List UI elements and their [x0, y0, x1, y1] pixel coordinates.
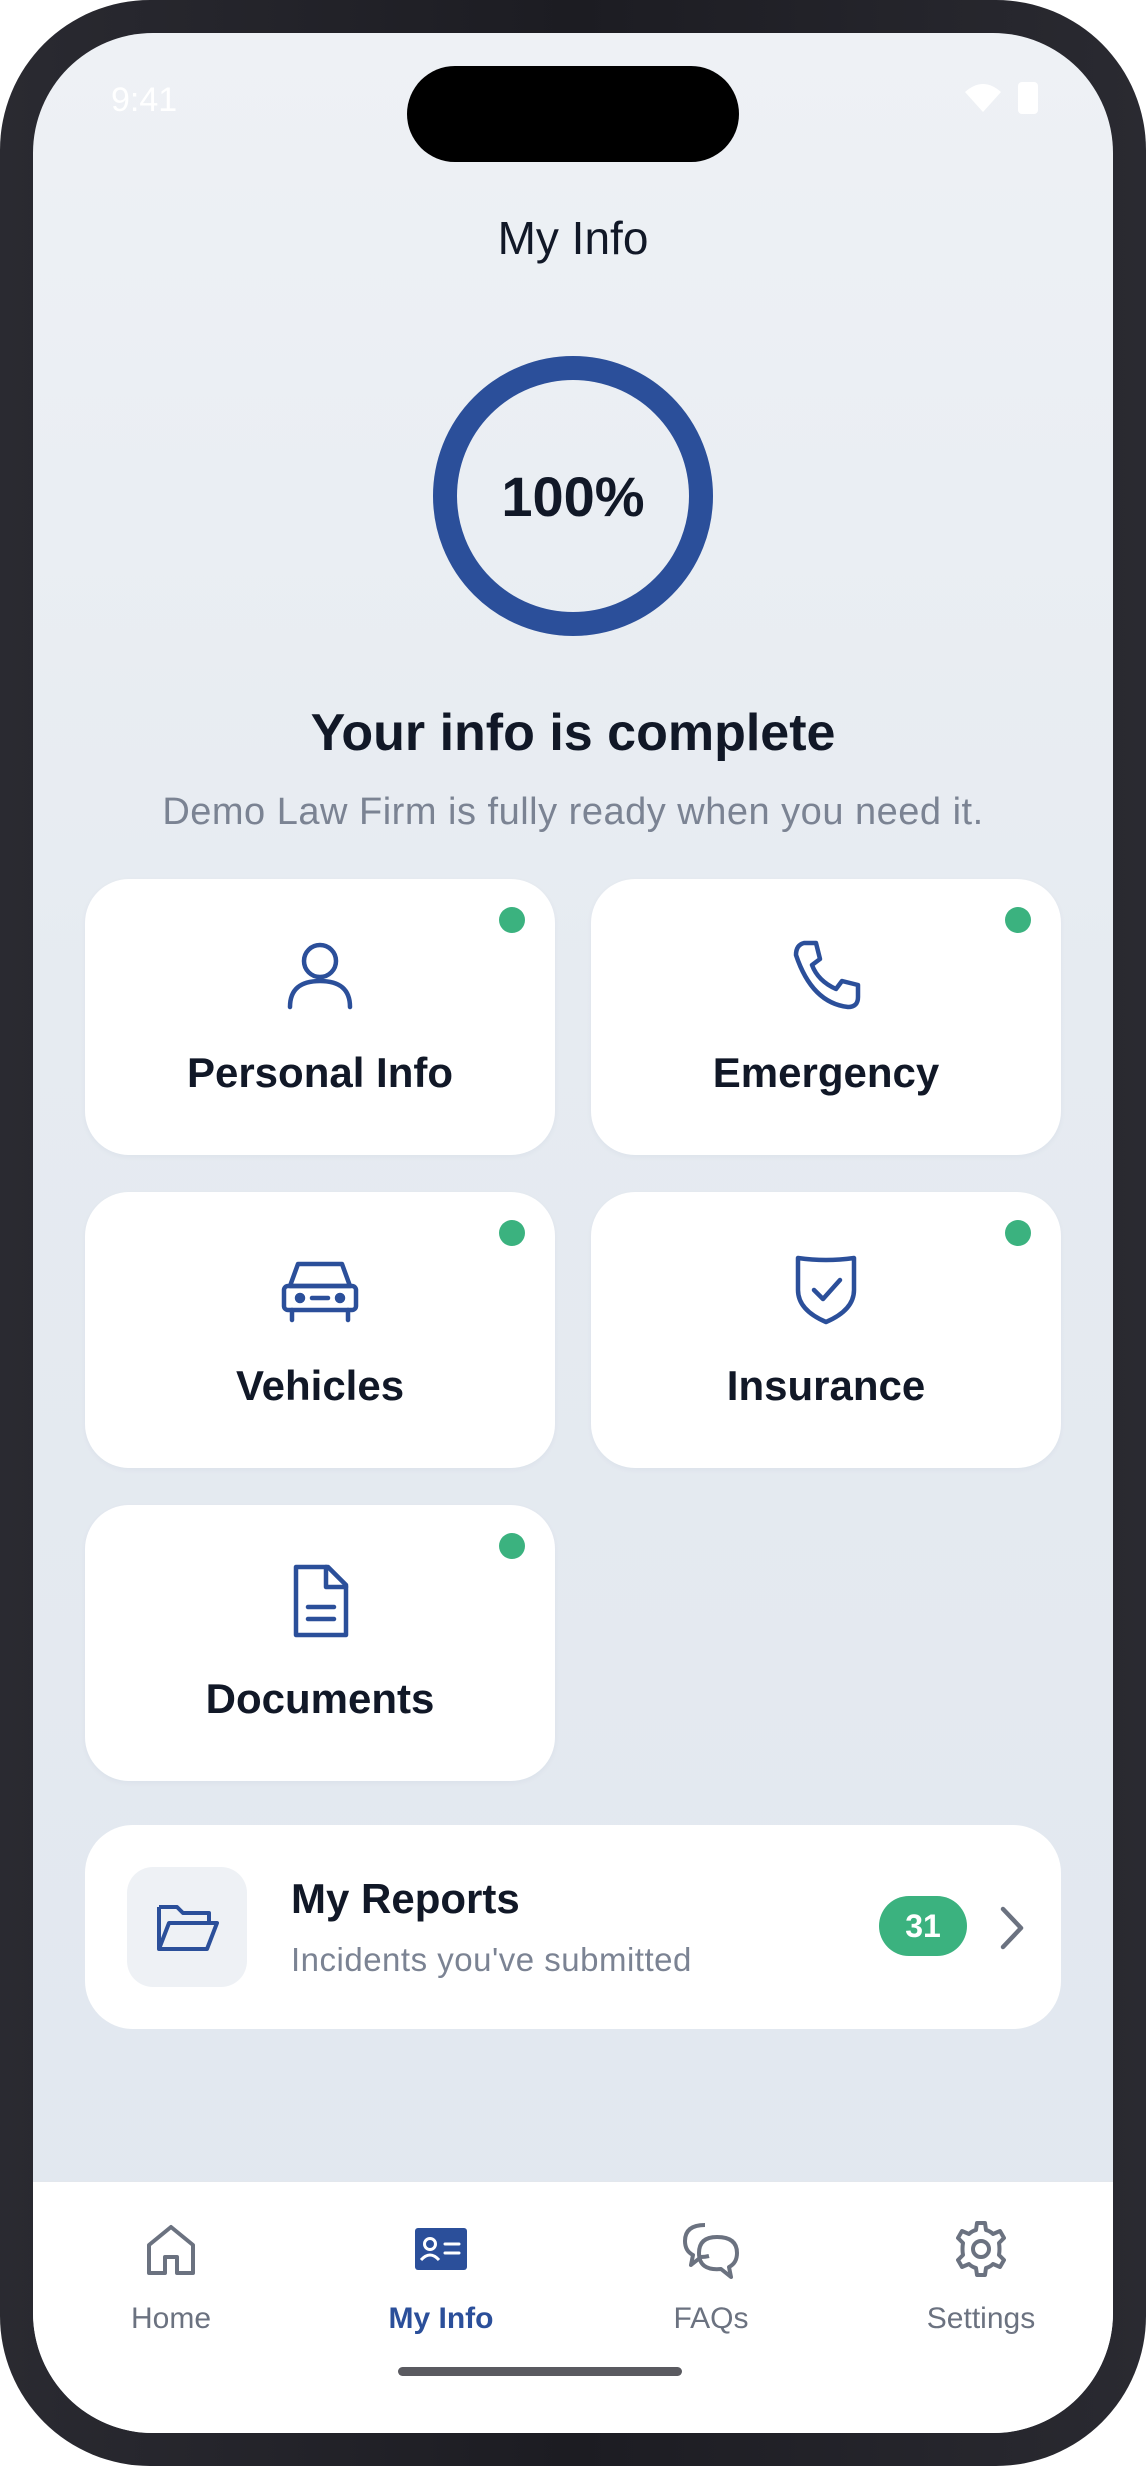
card-vehicles[interactable]: Vehicles	[85, 1192, 555, 1468]
tab-my-info[interactable]: My Info	[331, 2216, 551, 2336]
home-indicator	[398, 2367, 682, 2376]
card-documents[interactable]: Documents	[85, 1505, 555, 1781]
bottom-tab-bar: Home My Info FAQs Settings	[33, 2181, 1113, 2433]
tab-label: Settings	[926, 2302, 1036, 2335]
complete-dot	[499, 1220, 525, 1246]
completion-headline: Your info is complete	[310, 704, 836, 762]
document-icon	[293, 1564, 349, 1638]
folder-open-icon	[157, 1905, 219, 1951]
status-time: 9:41	[111, 81, 178, 119]
person-icon	[287, 942, 353, 1010]
card-label: Insurance	[726, 1362, 926, 1409]
chevron-right-icon	[1000, 1906, 1024, 1950]
card-emergency[interactable]: Emergency	[591, 879, 1061, 1155]
progress-percent: 100%	[501, 464, 645, 528]
card-label: Documents	[205, 1675, 435, 1722]
tab-label: My Info	[388, 2302, 494, 2335]
device-frame: 9:41 My Info 100% Your info is complete …	[0, 0, 1146, 2466]
tab-settings[interactable]: Settings	[871, 2216, 1091, 2336]
phone-icon	[793, 940, 861, 1010]
card-insurance[interactable]: Insurance	[591, 1192, 1061, 1468]
complete-dot	[499, 1533, 525, 1559]
card-label: Emergency	[712, 1049, 940, 1096]
car-icon	[281, 1261, 359, 1323]
dynamic-island	[407, 66, 739, 162]
home-icon	[147, 2225, 195, 2275]
reports-icon-box	[127, 1867, 247, 1987]
gear-icon	[956, 2221, 1006, 2277]
tab-home[interactable]: Home	[61, 2216, 281, 2336]
complete-dot	[499, 907, 525, 933]
reports-count-badge: 31	[879, 1896, 967, 1956]
screen: 9:41 My Info 100% Your info is complete …	[33, 33, 1113, 2433]
tab-label: FAQs	[673, 2302, 749, 2335]
complete-dot	[1005, 907, 1031, 933]
card-label: Vehicles	[235, 1362, 405, 1409]
status-icons	[963, 81, 1039, 115]
battery-icon	[1018, 82, 1038, 114]
card-personal-info[interactable]: Personal Info	[85, 879, 555, 1155]
tab-faqs[interactable]: FAQs	[601, 2216, 821, 2336]
reports-subtitle: Incidents you've submitted	[291, 1941, 692, 1978]
card-label: Personal Info	[186, 1049, 454, 1096]
tab-label: Home	[130, 2302, 212, 2335]
complete-dot	[1005, 1220, 1031, 1246]
completion-subline: Demo Law Firm is fully ready when you ne…	[162, 791, 984, 833]
wifi-icon	[965, 84, 1001, 112]
id-card-icon	[415, 2228, 467, 2270]
my-reports-row[interactable]: My Reports Incidents you've submitted 31	[85, 1825, 1061, 2029]
reports-title: My Reports	[291, 1875, 520, 1922]
shield-check-icon	[795, 1255, 857, 1325]
page-title: My Info	[497, 212, 649, 264]
chat-bubbles-icon	[683, 2223, 739, 2279]
